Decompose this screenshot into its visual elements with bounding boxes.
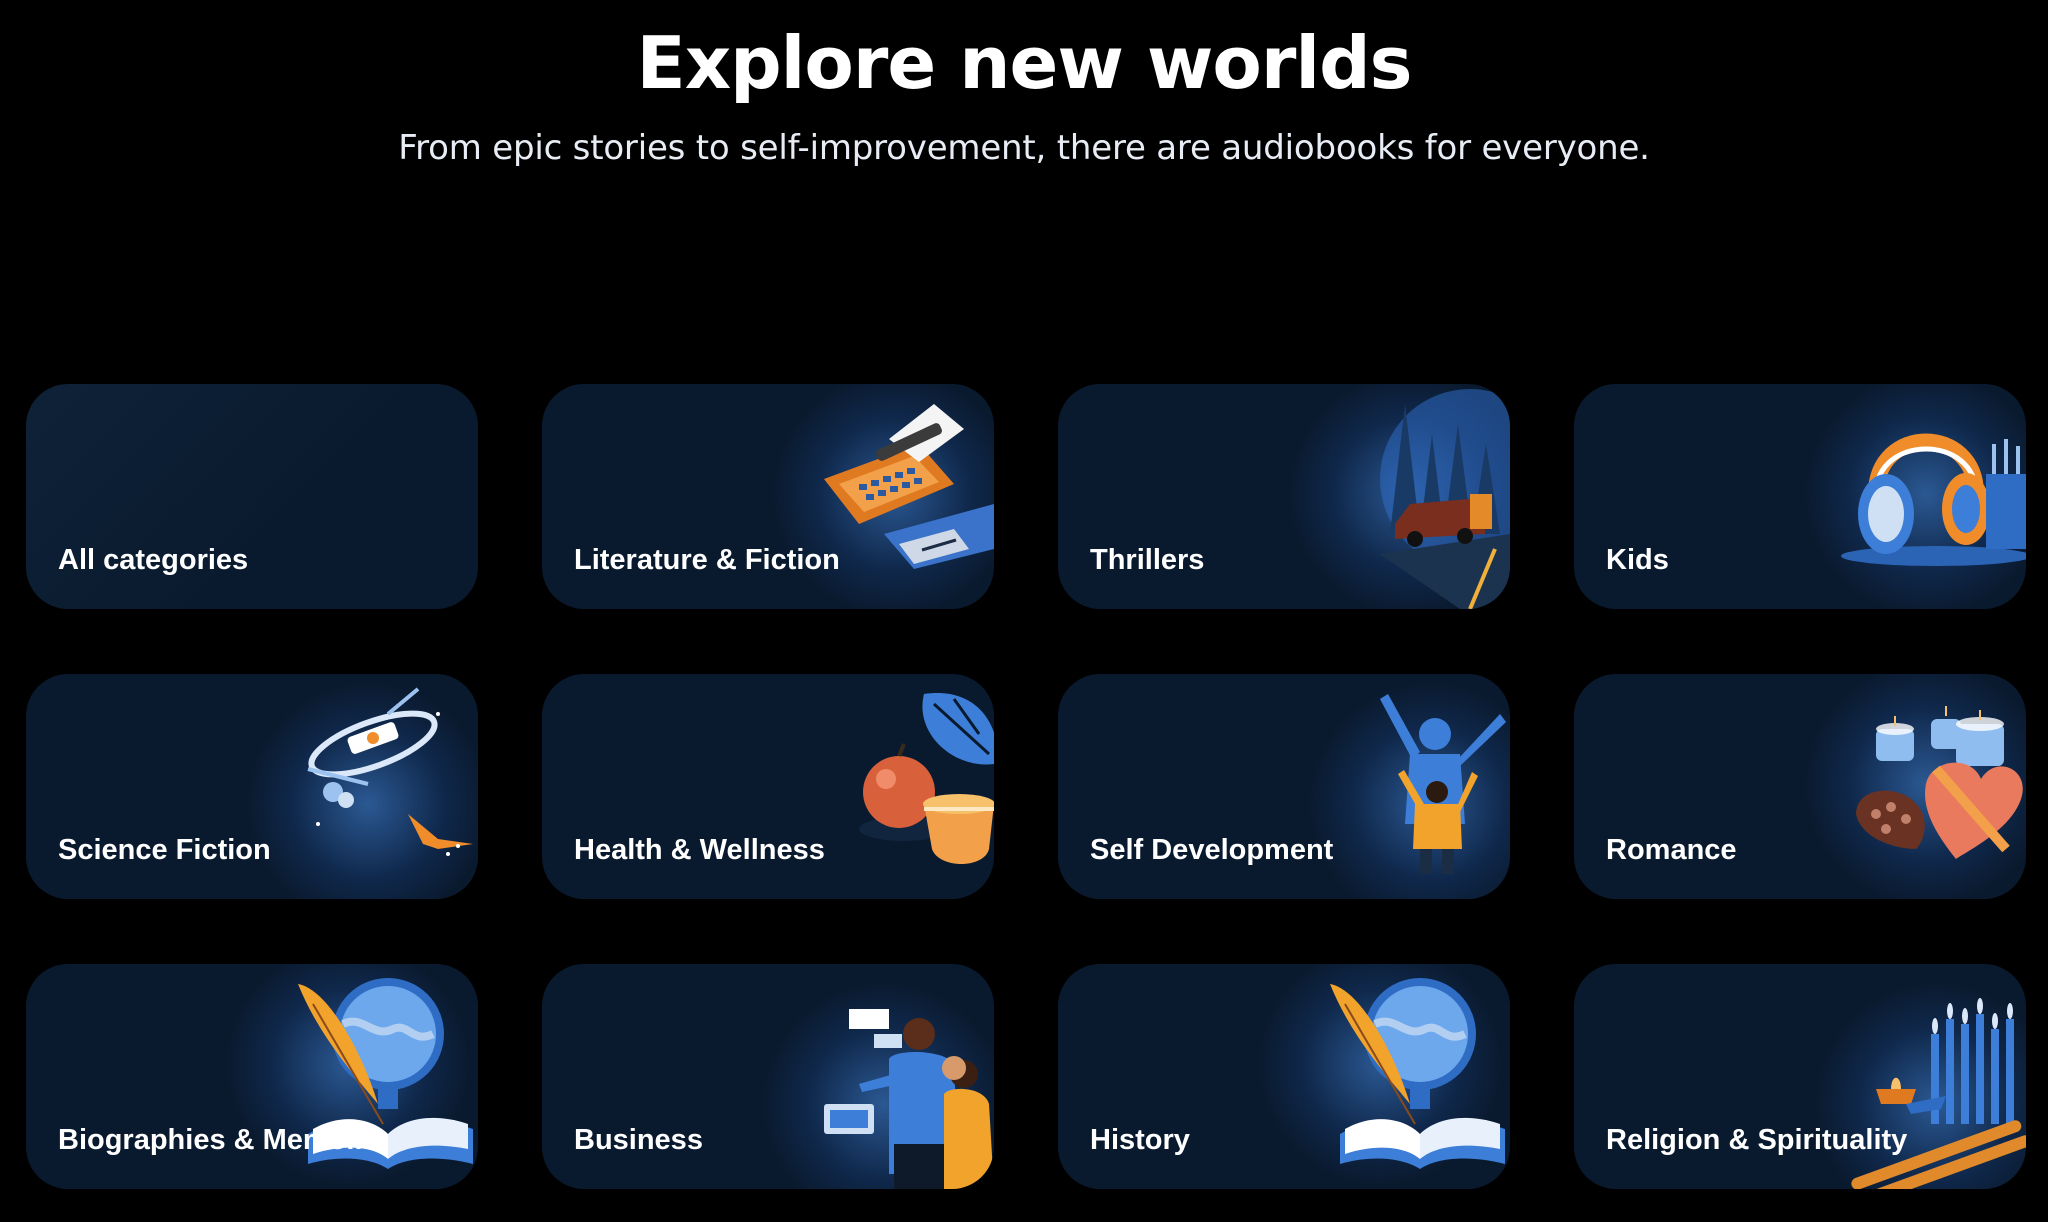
apple-tea-icon <box>859 693 994 864</box>
headphones-icon <box>1841 433 2026 566</box>
category-card-kids[interactable]: Kids <box>1574 384 2026 609</box>
heart-chocolate-icon <box>1856 706 2023 859</box>
category-card-all-categories[interactable]: All categories <box>26 384 478 609</box>
category-card-history[interactable]: History <box>1058 964 1510 1189</box>
space-station-icon <box>307 687 473 856</box>
category-card-romance[interactable]: Romance <box>1574 674 2026 899</box>
category-card-self-development[interactable]: Self Development <box>1058 674 1510 899</box>
category-label: Thrillers <box>1090 544 1205 576</box>
category-label: History <box>1090 1124 1190 1156</box>
meeting-people-icon <box>824 1009 994 1189</box>
category-label: Literature & Fiction <box>574 544 840 576</box>
category-label: Romance <box>1606 834 1737 866</box>
category-label: Religion & Spirituality <box>1606 1124 1908 1156</box>
category-label: Self Development <box>1090 834 1334 866</box>
category-label: Kids <box>1606 544 1669 576</box>
page-subtitle: From epic stories to self-improvement, t… <box>398 128 1650 168</box>
category-label: Business <box>574 1124 703 1156</box>
page-title: Explore new worlds <box>636 21 1413 105</box>
category-label: Health & Wellness <box>574 834 825 866</box>
globe-quill-icon <box>1330 978 1505 1169</box>
car-forest-icon <box>1380 389 1510 609</box>
category-label: Biographies & Memoirs <box>58 1124 382 1156</box>
cheering-people-icon <box>1380 694 1506 874</box>
category-label: All categories <box>58 544 249 576</box>
category-card-science-fiction[interactable]: Science Fiction <box>26 674 478 899</box>
category-card-biographies-memoirs[interactable]: Biographies & Memoirs <box>26 964 478 1189</box>
category-card-thrillers[interactable]: Thrillers <box>1058 384 1510 609</box>
category-card-health-wellness[interactable]: Health & Wellness <box>542 674 994 899</box>
category-card-literature-fiction[interactable]: Literature & Fiction <box>542 384 994 609</box>
category-card-business[interactable]: Business <box>542 964 994 1189</box>
category-label: Science Fiction <box>58 834 271 866</box>
category-card-religion-spirituality[interactable]: Religion & Spirituality <box>1574 964 2026 1189</box>
category-grid: All categories Literature & Fiction Thri… <box>26 384 2026 1189</box>
